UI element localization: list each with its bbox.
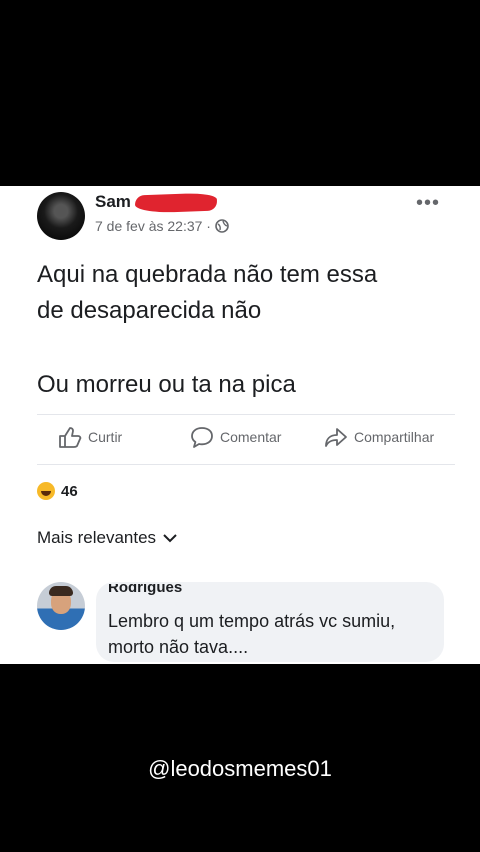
like-label: Curtir (88, 429, 123, 445)
like-button[interactable]: Curtir (58, 426, 122, 448)
author-name-wrap[interactable]: Sam (95, 192, 218, 214)
commenter-avatar[interactable] (37, 582, 85, 630)
comment-sort-dropdown[interactable]: Mais relevantes (37, 528, 178, 548)
reaction-count: 46 (61, 482, 78, 500)
post-text-line-1: Aqui na quebrada não tem essa (37, 261, 378, 288)
chevron-down-icon (163, 534, 177, 543)
divider (37, 414, 455, 415)
redaction-mark (134, 192, 218, 214)
share-label: Compartilhar (354, 429, 435, 445)
author-avatar[interactable] (37, 192, 85, 240)
post-text-line-3: Ou morreu ou ta na pica (37, 371, 296, 398)
post-timestamp[interactable]: 7 de fev às 22:37 · (95, 218, 211, 234)
comment-sort-label: Mais relevantes (37, 528, 157, 547)
like-icon (59, 427, 82, 448)
comment-text: Lembro q um tempo atrás vc sumiu, morto … (108, 608, 395, 660)
divider (37, 464, 455, 465)
reaction-summary[interactable]: 46 (37, 482, 78, 500)
commenter-name[interactable]: Rodrigues (108, 584, 288, 598)
watermark-handle: @leodosmemes01 (148, 756, 332, 781)
author-name[interactable]: Sam (95, 192, 131, 211)
globe-icon (215, 219, 229, 233)
avatar-hair (49, 586, 73, 596)
laugh-emoji-icon (37, 482, 55, 500)
post-meta: 7 de fev às 22:37 · (95, 218, 229, 234)
share-button[interactable]: Compartilhar (324, 426, 434, 448)
action-bar: Curtir Comentar Compartilhar (0, 426, 480, 456)
comment-line-2: morto não tava.... (108, 637, 249, 657)
facebook-post-card: Sam 7 de fev às 22:37 · ••• Aqui na queb… (0, 186, 480, 664)
comment-bubble: Rodrigues Lembro q um tempo atrás vc sum… (96, 582, 444, 662)
comment-line-1: Lembro q um tempo atrás vc sumiu, (108, 611, 396, 631)
post-text-line-2: de desaparecida não (37, 297, 262, 324)
share-icon (325, 428, 347, 447)
comment-button[interactable]: Comentar (190, 426, 281, 448)
more-icon[interactable]: ••• (416, 192, 440, 215)
comment-icon (191, 427, 213, 448)
comment-label: Comentar (220, 429, 282, 445)
